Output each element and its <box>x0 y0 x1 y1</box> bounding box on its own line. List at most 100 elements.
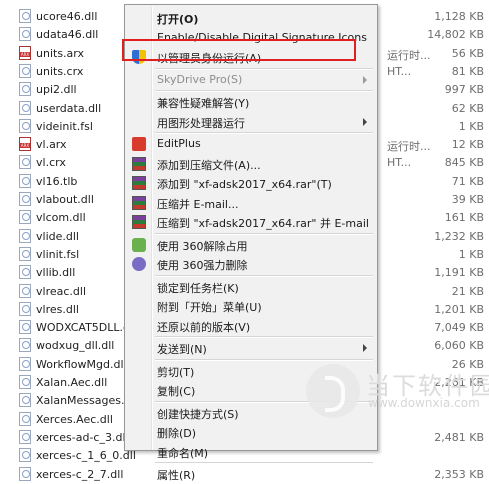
dll-file-icon <box>19 155 31 170</box>
dll-file-icon <box>19 429 31 444</box>
file-name: vlide.dll <box>36 229 79 243</box>
file-type: HT... <box>387 64 412 78</box>
menu-item[interactable]: 添加到 "xf-adsk2017_x64.rar"(T) <box>127 173 375 193</box>
file-name: units.crx <box>36 64 84 78</box>
menu-item-label: 添加到压缩文件(A)... <box>157 158 261 172</box>
menu-item[interactable]: 属性(R) <box>127 464 375 484</box>
file-name: vl.crx <box>36 156 66 170</box>
winrar-icon <box>132 156 146 171</box>
menu-item-label: EditPlus <box>157 137 201 150</box>
dll-file-icon <box>19 118 31 133</box>
menu-item: SkyDrive Pro(S) <box>127 70 375 90</box>
file-name: vlreac.dll <box>36 284 86 298</box>
menu-item[interactable]: 使用 360强力删除 <box>127 254 375 274</box>
menu-item-label: SkyDrive Pro(S) <box>157 72 243 86</box>
dll-file-icon <box>19 375 31 389</box>
menu-item[interactable]: 兼容性疑难解答(Y) <box>127 92 375 112</box>
file-size: 14,802 KB <box>427 28 484 42</box>
menu-item-label: 添加到 "xf-adsk2017_x64.rar"(T) <box>157 178 332 191</box>
submenu-arrow-icon <box>363 344 367 352</box>
file-name: Xerces.Aec.dll <box>36 412 113 426</box>
file-size: 1,191 KB <box>434 266 484 280</box>
editplus-icon <box>132 137 146 151</box>
file-size: 7,049 KB <box>434 321 484 335</box>
file-name: vl.arx <box>36 138 67 152</box>
winrar-icon <box>132 195 146 210</box>
file-name: udata46.dll <box>36 28 99 42</box>
file-size: 39 KB <box>451 193 484 206</box>
file-name: xerces-c_2_7.dll <box>36 467 124 481</box>
winrar-icon <box>132 176 146 190</box>
menu-item-label: 压缩并 E-mail... <box>157 197 239 211</box>
menu-item-label: 打开(O) <box>157 13 199 26</box>
menu-item[interactable]: EditPlus <box>127 134 375 154</box>
file-size: 161 KB <box>444 211 484 225</box>
menu-item-label: 压缩到 "xf-adsk2017_x64.rar" 并 E-mail <box>157 217 369 230</box>
menu-item-label: 发送到(N) <box>157 343 207 356</box>
file-type: 运行时... <box>387 48 431 62</box>
file-name: upi2.dll <box>36 83 77 97</box>
dll-file-icon <box>19 63 31 78</box>
file-size: 845 KB <box>444 156 484 170</box>
file-size: 1 KB <box>458 247 484 261</box>
dll-file-icon <box>19 411 31 426</box>
dll-file-icon <box>19 448 31 463</box>
file-name: xerces-c_1_6_0.dll <box>36 449 136 463</box>
dll-file-icon <box>19 320 31 335</box>
menu-item-label: 删除(D) <box>157 427 197 440</box>
file-name: videinit.fsl <box>36 119 93 133</box>
dll-file-icon <box>19 27 31 42</box>
dll-file-icon <box>19 301 31 316</box>
menu-item[interactable]: 打开(O) <box>127 8 375 28</box>
menu-item-label: 锁定到任务栏(K) <box>157 281 239 295</box>
menu-item[interactable]: 还原以前的版本(V) <box>127 316 375 336</box>
file-size: 62 KB <box>451 101 484 115</box>
dll-file-icon <box>19 9 31 23</box>
watermark: 当下软件园 www.downxia.com <box>300 358 489 451</box>
arx-file-icon <box>19 45 31 60</box>
winrar-icon <box>132 215 146 229</box>
dll-file-icon <box>19 356 31 371</box>
dll-file-icon <box>19 338 31 353</box>
file-name: wodxug_dll.dll <box>36 339 115 353</box>
menu-item[interactable]: 使用 360解除占用 <box>127 235 375 255</box>
menu-item-label: 用图形处理器运行 <box>157 116 245 130</box>
menu-item-label: 重命名(M) <box>157 446 209 460</box>
menu-item[interactable]: 压缩到 "xf-adsk2017_x64.rar" 并 E-mail <box>127 212 375 232</box>
dll-file-icon <box>19 265 31 280</box>
file-size: 21 KB <box>451 284 484 298</box>
menu-item[interactable]: 附到「开始」菜单(U) <box>127 296 375 316</box>
arx-file-icon <box>19 137 31 152</box>
file-name: WODXCAT5DLL.dll <box>36 321 137 335</box>
dll-file-icon <box>19 100 31 115</box>
menu-item[interactable]: 添加到压缩文件(A)... <box>127 154 375 174</box>
run-as-admin-highlight <box>122 39 356 61</box>
menu-item[interactable]: 压缩并 E-mail... <box>127 193 375 213</box>
dll-file-icon <box>19 466 31 481</box>
file-name: vlabout.dll <box>36 193 94 206</box>
file-name: vl16.tlb <box>36 174 78 188</box>
menu-item-label: 属性(R) <box>157 469 196 482</box>
menu-item-label: 剪切(T) <box>157 365 195 379</box>
dll-file-icon <box>19 228 31 243</box>
menu-item[interactable]: 用图形处理器运行 <box>127 112 375 132</box>
menu-item[interactable]: 发送到(N) <box>127 338 375 358</box>
file-size: 56 KB <box>451 46 484 60</box>
dll-file-icon <box>19 283 31 298</box>
file-type: 运行时... <box>387 140 431 154</box>
file-size: 1 KB <box>458 119 484 133</box>
file-type: HT... <box>387 156 412 170</box>
file-name: vlres.dll <box>36 302 79 316</box>
dll-file-icon <box>19 192 31 206</box>
watermark-logo-icon <box>306 364 360 418</box>
file-size: 12 KB <box>451 138 484 152</box>
menu-item[interactable]: 锁定到任务栏(K) <box>127 277 375 297</box>
dll-file-icon <box>19 173 31 188</box>
file-name: Xalan.Aec.dll <box>36 376 108 389</box>
watermark-url: www.downxia.com <box>368 396 480 410</box>
file-name: units.arx <box>36 46 85 60</box>
file-size: 71 KB <box>451 174 484 188</box>
menu-item-label: 创建快捷方式(S) <box>157 407 239 421</box>
dll-file-icon <box>19 210 31 225</box>
dll-file-icon <box>19 82 31 97</box>
